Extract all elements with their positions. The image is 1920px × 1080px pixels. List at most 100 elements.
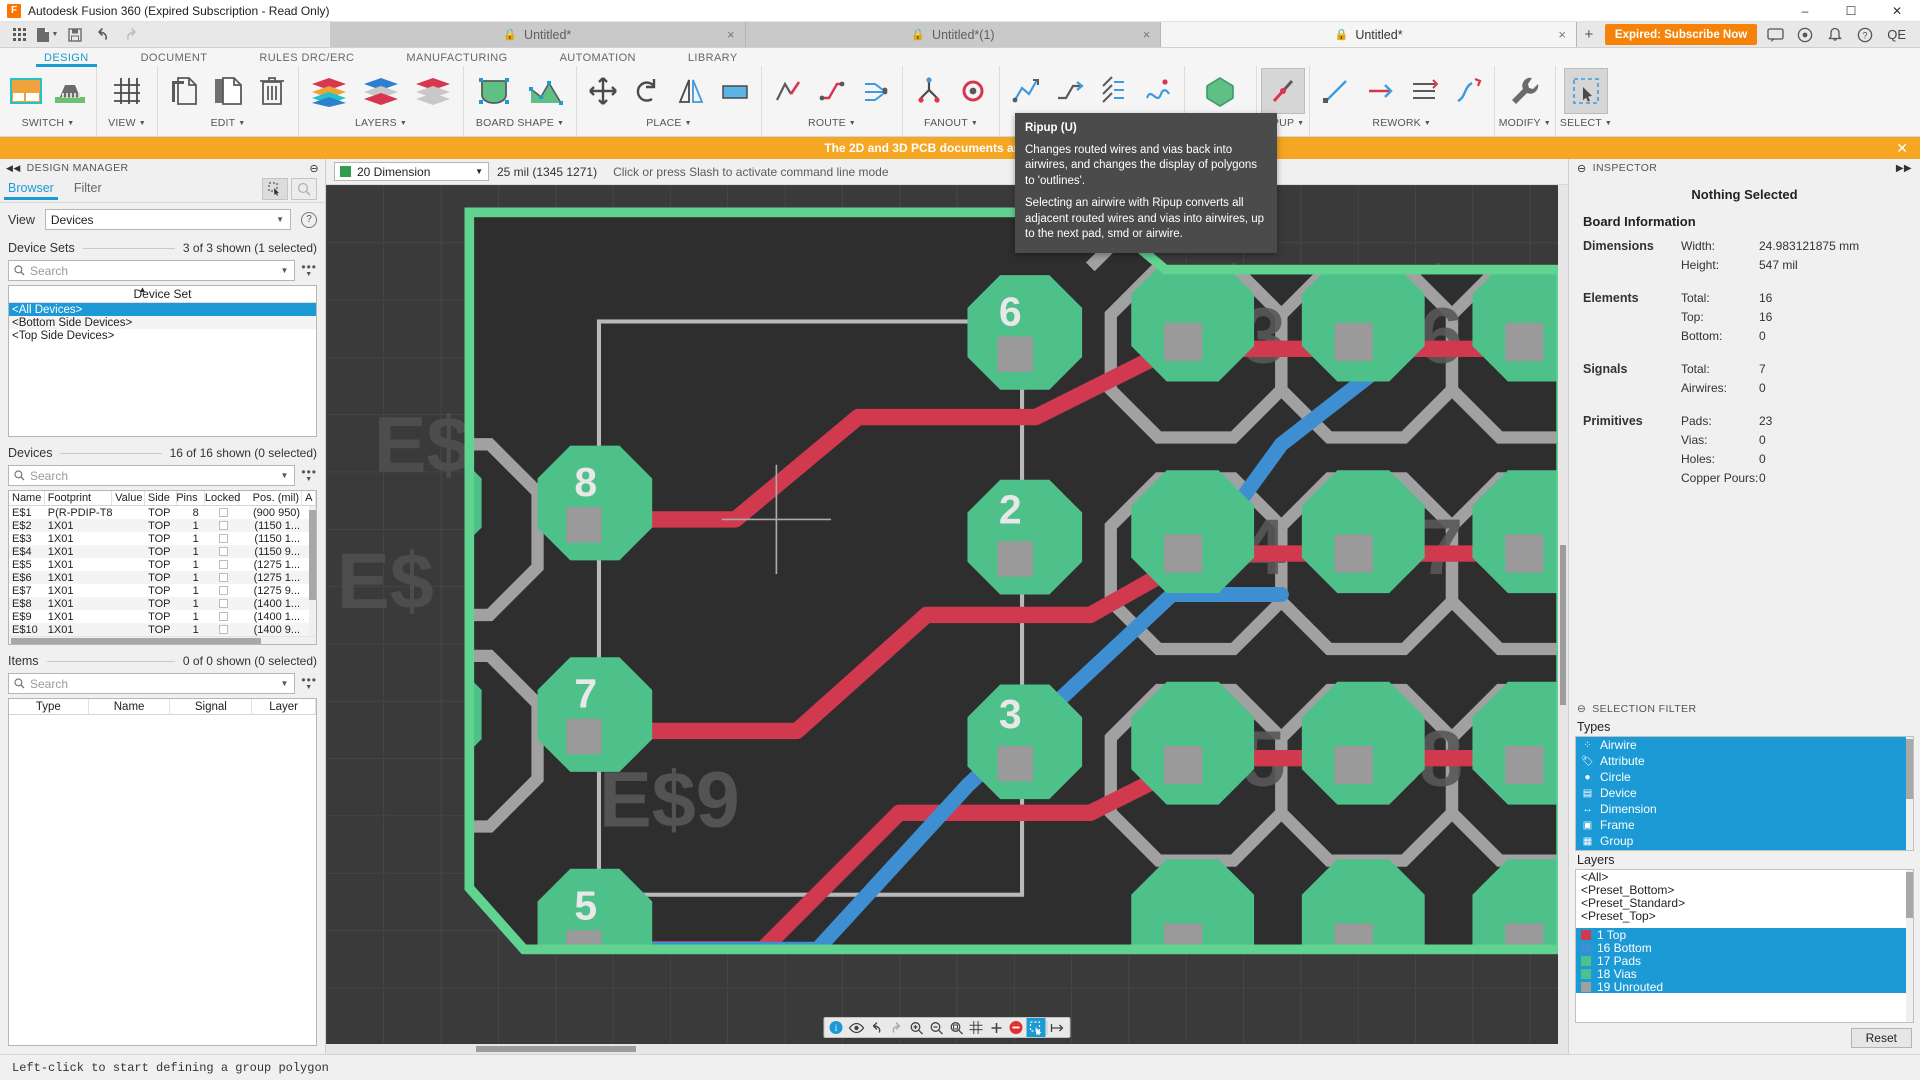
cell-locked[interactable] bbox=[205, 532, 239, 545]
col-footprint[interactable]: Footprint bbox=[45, 491, 112, 505]
undo-icon[interactable] bbox=[90, 23, 116, 47]
route-multi-icon[interactable] bbox=[854, 68, 898, 114]
list-item[interactable]: 17 Pads bbox=[1576, 954, 1913, 967]
col-name[interactable]: Name bbox=[9, 491, 45, 505]
list-item[interactable]: 19 Unrouted bbox=[1576, 980, 1913, 993]
qe-label[interactable]: QE bbox=[1881, 27, 1912, 42]
device-sets-list[interactable]: ▲ Device Set <All Devices> <Bottom Side … bbox=[8, 285, 317, 437]
list-item[interactable]: ● Circle bbox=[1576, 769, 1913, 785]
col-locked[interactable]: Locked bbox=[205, 491, 239, 505]
devices-more-menu[interactable]: •••▼ bbox=[301, 469, 317, 483]
switch-to-board-icon[interactable] bbox=[48, 68, 92, 114]
devices-search-input[interactable]: Search ▼ bbox=[8, 465, 295, 486]
layer-top-icon[interactable] bbox=[355, 68, 407, 114]
reset-button[interactable]: Reset bbox=[1851, 1028, 1912, 1048]
ribbon-tab-rules[interactable]: RULES DRC/ERC bbox=[233, 52, 380, 66]
locked-checkbox[interactable] bbox=[219, 560, 228, 569]
switch-to-schematic-icon[interactable] bbox=[4, 68, 48, 114]
close-tab-icon[interactable]: × bbox=[727, 27, 735, 42]
table-row[interactable]: E$9 1X01 TOP 1 (1400 1... bbox=[9, 610, 316, 623]
subscribe-button[interactable]: Expired: Subscribe Now bbox=[1605, 24, 1757, 45]
panel-menu-icon[interactable]: ⊖ bbox=[1577, 703, 1586, 715]
wrench-icon[interactable] bbox=[1499, 68, 1551, 114]
fanout-via-icon[interactable] bbox=[951, 68, 995, 114]
zoom-in-icon[interactable] bbox=[907, 1018, 926, 1037]
list-item[interactable]: 1 Top bbox=[1576, 928, 1913, 941]
ribbon-tab-document[interactable]: DOCUMENT bbox=[115, 52, 234, 66]
cell-locked[interactable] bbox=[205, 610, 239, 623]
table-row[interactable]: E$4 1X01 TOP 1 (1150 9... bbox=[9, 545, 316, 558]
minimize-button[interactable]: – bbox=[1782, 0, 1828, 22]
layers-list[interactable]: <All> <Preset_Bottom> <Preset_Standard> … bbox=[1575, 869, 1914, 1023]
ripup-icon[interactable] bbox=[1261, 68, 1305, 114]
list-item[interactable]: ◎ Hole bbox=[1576, 849, 1913, 851]
select-tool-icon[interactable] bbox=[1027, 1018, 1046, 1037]
col-side[interactable]: Side bbox=[145, 491, 177, 505]
list-item[interactable]: <Preset_Bottom> bbox=[1576, 883, 1913, 896]
table-row[interactable]: E$7 1X01 TOP 1 (1275 9... bbox=[9, 584, 316, 597]
types-scrollbar[interactable] bbox=[1906, 737, 1913, 850]
route-net-icon[interactable] bbox=[810, 68, 854, 114]
list-item[interactable]: ▤ Device bbox=[1576, 785, 1913, 801]
ribbon-group-label-edit[interactable]: EDIT▼ bbox=[211, 114, 246, 129]
add-icon[interactable] bbox=[987, 1018, 1006, 1037]
close-tab-icon[interactable]: × bbox=[1558, 27, 1566, 42]
locked-checkbox[interactable] bbox=[219, 521, 228, 530]
polygon-icon[interactable] bbox=[1194, 68, 1246, 114]
comment-icon[interactable] bbox=[1761, 23, 1789, 47]
table-row[interactable]: E$6 1X01 TOP 1 (1275 1... bbox=[9, 571, 316, 584]
table-row[interactable]: E$8 1X01 TOP 1 (1400 1... bbox=[9, 597, 316, 610]
layers-scrollbar[interactable] bbox=[1906, 870, 1913, 1022]
quick-route-net-icon[interactable] bbox=[1092, 68, 1136, 114]
document-tab-3-active[interactable]: 🔒 Untitled* × bbox=[1161, 22, 1577, 47]
list-item[interactable]: 16 Bottom bbox=[1576, 941, 1913, 954]
ribbon-tab-manufacturing[interactable]: MANUFACTURING bbox=[380, 52, 533, 66]
ribbon-group-label-board-shape[interactable]: BOARD SHAPE▼ bbox=[476, 114, 564, 129]
fanout-icon[interactable] bbox=[907, 68, 951, 114]
paste-icon[interactable] bbox=[206, 68, 250, 114]
rework-meander-icon[interactable] bbox=[1402, 68, 1446, 114]
mirror-icon[interactable] bbox=[669, 68, 713, 114]
cell-locked[interactable] bbox=[205, 571, 239, 584]
ribbon-group-label-route[interactable]: ROUTE▼ bbox=[808, 114, 856, 129]
locked-checkbox[interactable] bbox=[219, 586, 228, 595]
select-icon[interactable] bbox=[1564, 68, 1608, 114]
autoroute-icon[interactable] bbox=[1004, 68, 1048, 114]
pcb-canvas[interactable]: E$1 E$2 E$5 E$10 E$ 3 bbox=[326, 185, 1568, 1054]
tab-filter[interactable]: Filter bbox=[74, 181, 102, 199]
devices-horizontal-scrollbar[interactable] bbox=[9, 636, 316, 644]
col-type[interactable]: Type bbox=[9, 699, 89, 714]
pcb-drawing[interactable]: E$1 E$2 E$5 E$10 E$ 3 bbox=[326, 185, 1568, 1054]
table-row[interactable]: E$2 1X01 TOP 1 (1150 1... bbox=[9, 519, 316, 532]
locked-checkbox[interactable] bbox=[219, 625, 228, 634]
ribbon-tab-design[interactable]: DESIGN bbox=[18, 52, 115, 66]
ribbon-group-label-modify[interactable]: MODIFY▼ bbox=[1499, 114, 1551, 129]
ribbon-group-label-rework[interactable]: REWORK▼ bbox=[1372, 114, 1431, 129]
list-item[interactable]: ⁘ Airwire bbox=[1576, 737, 1913, 753]
device-set-column-header[interactable]: ▲ Device Set bbox=[9, 286, 316, 303]
table-row[interactable]: E$10 1X01 TOP 1 (1400 9... bbox=[9, 623, 316, 636]
col-a[interactable]: A bbox=[302, 491, 316, 505]
new-document-icon[interactable]: ▼ bbox=[34, 23, 60, 47]
ribbon-group-label-layers[interactable]: LAYERS▼ bbox=[355, 114, 407, 129]
redo-icon[interactable] bbox=[887, 1018, 906, 1037]
board-outline-icon[interactable] bbox=[468, 68, 520, 114]
device-sets-search-input[interactable]: Search ▼ bbox=[8, 260, 295, 281]
ribbon-tab-automation[interactable]: AUTOMATION bbox=[534, 52, 662, 66]
redo-icon[interactable] bbox=[118, 23, 144, 47]
rework-split-icon[interactable] bbox=[1314, 68, 1358, 114]
save-icon[interactable] bbox=[62, 23, 88, 47]
panel-menu-icon[interactable]: ⊖ bbox=[309, 162, 319, 175]
measure-icon[interactable] bbox=[1049, 1018, 1068, 1037]
ribbon-group-label-view[interactable]: VIEW▼ bbox=[108, 114, 146, 129]
col-name[interactable]: Name bbox=[89, 699, 171, 714]
document-tab-2[interactable]: 🔒 Untitled*(1) × bbox=[746, 22, 1162, 47]
close-warning-icon[interactable]: ✕ bbox=[1896, 140, 1908, 157]
select-cursor-icon[interactable] bbox=[262, 178, 288, 200]
list-item[interactable]: <Bottom Side Devices> bbox=[9, 316, 316, 329]
col-layer[interactable]: Layer bbox=[252, 699, 316, 714]
cell-locked[interactable] bbox=[205, 558, 239, 571]
stop-icon[interactable] bbox=[1007, 1018, 1026, 1037]
cell-locked[interactable] bbox=[205, 623, 239, 636]
locked-checkbox[interactable] bbox=[219, 612, 228, 621]
